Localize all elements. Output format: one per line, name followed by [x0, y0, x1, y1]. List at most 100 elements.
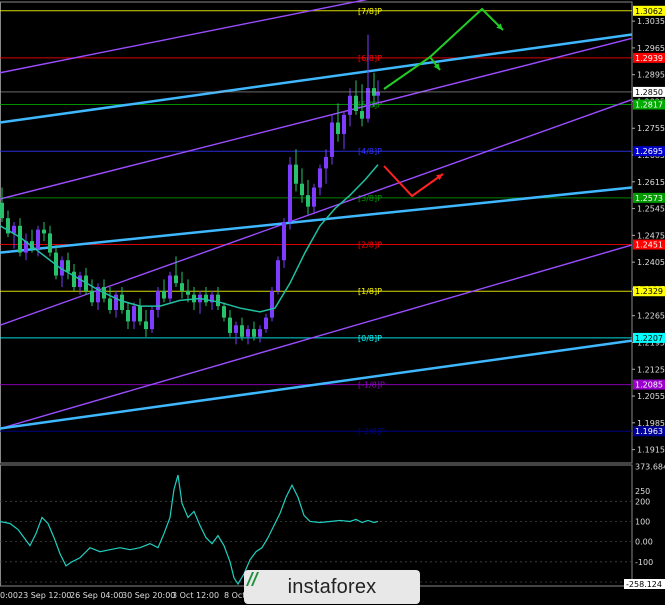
- candle-body: [252, 329, 256, 337]
- candle-body: [168, 275, 172, 299]
- candle-body: [216, 294, 220, 307]
- candle-body: [264, 317, 268, 330]
- price-axis-label: 1.2755: [637, 124, 665, 133]
- candle-body: [294, 164, 298, 184]
- price-axis-label: 1.3035: [637, 17, 665, 26]
- candle-body: [306, 195, 310, 207]
- murrey-level-label: [0/8]P: [358, 334, 382, 343]
- price-axis-label: 1.1915: [637, 446, 665, 455]
- candle-body: [270, 290, 274, 318]
- oscillator-pane-frame: [0, 464, 633, 587]
- trend-line: [0, 33, 633, 124]
- candle-body: [162, 290, 166, 299]
- candle-body: [90, 290, 94, 303]
- candle-body: [240, 325, 244, 337]
- time-axis-label: 0:00: [0, 591, 18, 600]
- oscillator-axis-label: 0.00: [635, 538, 653, 547]
- time-axis-label: 8 Oct: [224, 591, 245, 600]
- price-tag-label: 1.2451: [635, 241, 663, 250]
- candle-body: [228, 317, 232, 333]
- instaforex-logo: instaforex: [244, 570, 420, 604]
- candle-body: [150, 309, 154, 330]
- candle-body: [234, 325, 238, 333]
- candle-body: [376, 91, 380, 96]
- time-axis-label: 23 Sep 12:00: [18, 591, 71, 600]
- price-axis-label: 1.2545: [637, 205, 665, 214]
- price-tag-label: 1.2850: [635, 88, 663, 97]
- candle-body: [288, 164, 292, 222]
- forecast-arrow-up-2: [429, 7, 504, 58]
- price-tag-label: 1.2939: [635, 54, 663, 63]
- murrey-level-label: [7/8]P: [358, 7, 382, 16]
- price-tag-label: 1.2695: [635, 147, 663, 156]
- price-tag-label: 1.2085: [635, 381, 663, 390]
- oscillator-axis-label: 200: [635, 497, 650, 506]
- price-tag-label: 1.3062: [635, 7, 663, 16]
- time-axis-label: 26 Sep 04:00: [70, 591, 123, 600]
- candle-body: [114, 294, 118, 310]
- oscillator-axis-label: 100: [635, 517, 650, 526]
- price-tag-label: 1.2329: [635, 287, 663, 296]
- candle-body: [360, 111, 364, 119]
- candle-body: [78, 275, 82, 288]
- murrey-level-label: [4/8]P: [358, 147, 382, 156]
- price-tag-label: 1.2817: [635, 101, 663, 110]
- candle-body: [258, 329, 262, 337]
- candle-body: [174, 275, 178, 284]
- candle-body: [48, 233, 52, 253]
- candle-body: [42, 229, 46, 234]
- candle-body: [126, 309, 130, 322]
- oscillator-bottom-tag-label: -258.124: [626, 580, 662, 589]
- candle-body: [132, 306, 136, 322]
- candle-body: [336, 122, 340, 134]
- candle-body: [204, 294, 208, 303]
- price-axis-label: 1.2055: [637, 392, 665, 401]
- price-tag-label: 1.2207: [635, 334, 663, 343]
- channel-line: [0, 37, 633, 200]
- candle-body: [300, 183, 304, 196]
- candle-body: [366, 88, 370, 119]
- price-axis-label: 1.2895: [637, 71, 665, 80]
- candle-body: [348, 95, 352, 115]
- murrey-level-label: [2/8]P: [358, 241, 382, 250]
- candle-body: [330, 122, 334, 157]
- candle-body: [0, 202, 4, 219]
- murrey-level-label: [-1/8]P: [358, 381, 385, 390]
- candle-body: [246, 329, 250, 337]
- chart-window: [7/8]P[6/8]P[5/8]P[4/8]P[3/8]P[2/8]P[1/8…: [0, 0, 665, 605]
- candle-body: [276, 260, 280, 291]
- price-axis-label: 1.2405: [637, 258, 665, 267]
- murrey-level-label: [-2/8]P: [358, 427, 385, 436]
- candle-body: [354, 95, 358, 112]
- oscillator-axis-label: -100: [635, 558, 653, 567]
- candle-body: [72, 271, 76, 288]
- candle-body: [186, 290, 190, 295]
- candle-body: [138, 306, 142, 322]
- price-tag-label: 1.1963: [635, 427, 663, 436]
- oscillator-line: [0, 474, 379, 586]
- candle-body: [120, 294, 124, 310]
- candle-body: [318, 168, 322, 188]
- murrey-level-label: [1/8]P: [358, 287, 382, 296]
- murrey-level-label: [6/8]P: [358, 54, 382, 63]
- candle-body: [36, 229, 40, 249]
- price-axis-label: 1.2475: [637, 231, 665, 240]
- candle-body: [144, 321, 148, 330]
- candle-body: [108, 298, 112, 310]
- candle-body: [324, 156, 328, 169]
- price-axis-label: 1.2965: [637, 44, 665, 53]
- price-axis-label: 1.2265: [637, 312, 665, 321]
- time-axis-label: 30 Sep 20:00: [122, 591, 175, 600]
- candle-body: [282, 221, 286, 261]
- candle-body: [312, 187, 316, 207]
- price-axis-label: 1.2125: [637, 365, 665, 374]
- price-tag-label: 1.2573: [635, 194, 663, 203]
- oscillator-axis-label: 373.6844: [635, 462, 665, 471]
- candle-body: [342, 114, 346, 134]
- price-chart: [7/8]P[6/8]P[5/8]P[4/8]P[3/8]P[2/8]P[1/8…: [0, 0, 665, 600]
- channel-line: [0, 244, 633, 430]
- murrey-level-label: [3/8]P: [358, 194, 382, 203]
- candle-body: [156, 290, 160, 310]
- candle-body: [66, 260, 70, 272]
- time-axis-label: 3 Oct 12:00: [172, 591, 219, 600]
